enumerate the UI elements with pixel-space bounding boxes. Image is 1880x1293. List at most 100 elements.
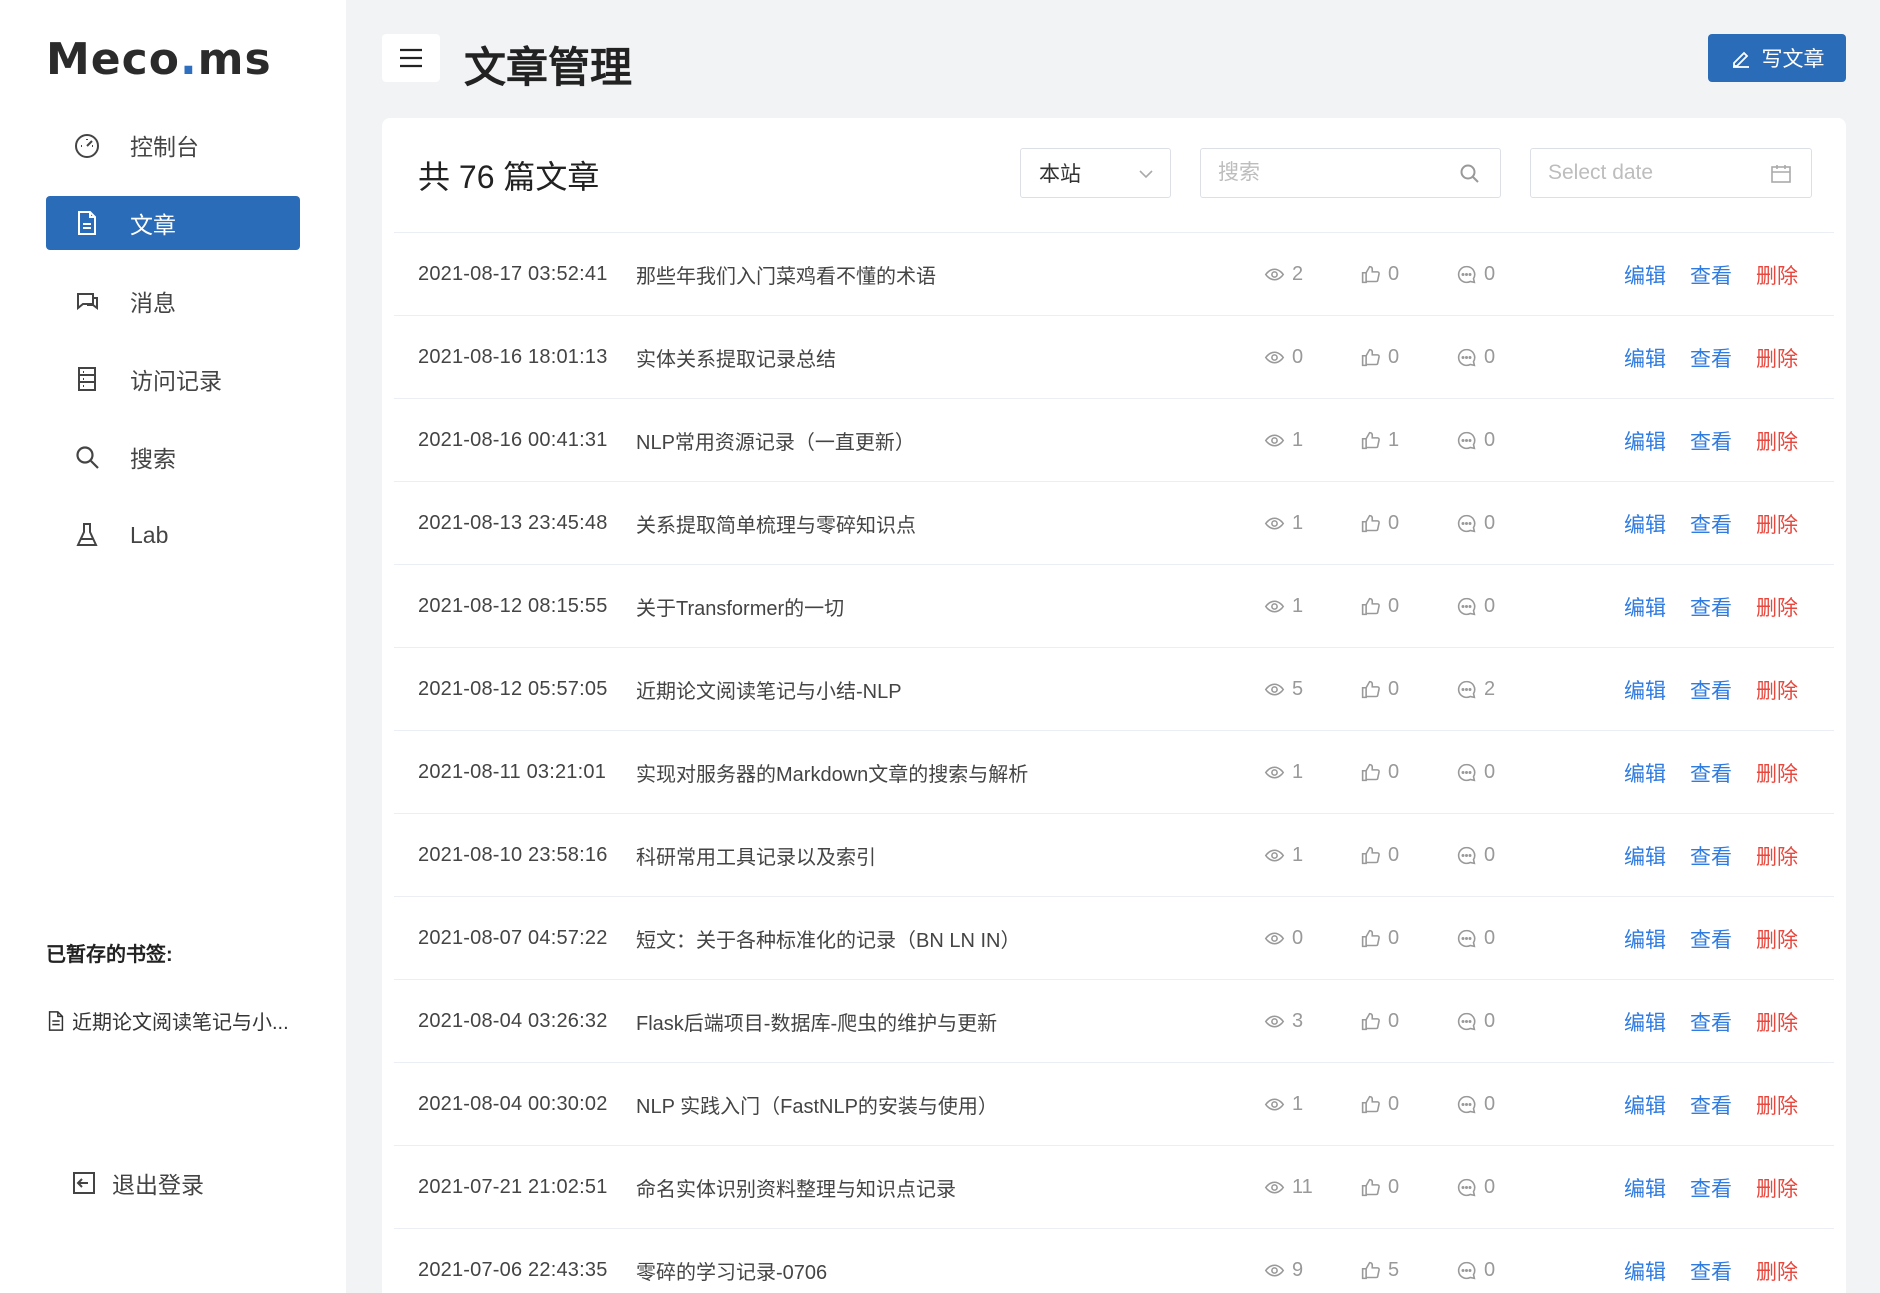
article-date: 2021-08-10 23:58:16 bbox=[418, 844, 608, 866]
view-link[interactable]: 查看 bbox=[1690, 648, 1732, 731]
article-title[interactable]: 科研常用工具记录以及索引 bbox=[636, 814, 876, 897]
article-row: 2021-08-07 04:57:22 短文：关于各种标准化的记录（BN LN I… bbox=[394, 896, 1834, 979]
comments-count: 0 bbox=[1484, 263, 1496, 285]
eye-icon bbox=[1264, 513, 1292, 534]
edit-link[interactable]: 编辑 bbox=[1624, 482, 1666, 565]
views-count: 1 bbox=[1292, 512, 1304, 534]
edit-link[interactable]: 编辑 bbox=[1624, 648, 1666, 731]
sidebar-item-2[interactable]: 文章 bbox=[46, 196, 300, 250]
view-link[interactable]: 查看 bbox=[1690, 399, 1732, 482]
comments-count: 0 bbox=[1484, 761, 1496, 783]
views-count: 0 bbox=[1292, 346, 1304, 368]
scope-select[interactable]: 本站 bbox=[1020, 148, 1171, 198]
likes-stat: 0 bbox=[1360, 316, 1399, 399]
delete-link[interactable]: 删除 bbox=[1756, 316, 1798, 399]
views-count: 1 bbox=[1292, 429, 1304, 451]
view-link[interactable]: 查看 bbox=[1690, 897, 1732, 980]
sidebar-item-3[interactable]: 消息 bbox=[46, 274, 300, 328]
delete-link[interactable]: 删除 bbox=[1756, 482, 1798, 565]
likes-count: 0 bbox=[1388, 1176, 1400, 1198]
sidebar-item-4[interactable]: 访问记录 bbox=[46, 352, 300, 406]
article-title[interactable]: 那些年我们入门菜鸡看不懂的术语 bbox=[636, 233, 936, 316]
calendar-icon[interactable] bbox=[1769, 162, 1793, 186]
view-link[interactable]: 查看 bbox=[1690, 1229, 1732, 1293]
article-title[interactable]: Flask后端项目-数据库-爬虫的维护与更新 bbox=[636, 980, 997, 1063]
sidebar-item-6[interactable]: Lab bbox=[46, 508, 300, 562]
saved-bookmark-item[interactable]: 近期论文阅读笔记与小... bbox=[46, 1006, 306, 1035]
comments-count: 0 bbox=[1484, 595, 1496, 617]
view-link[interactable]: 查看 bbox=[1690, 1146, 1732, 1229]
comments-count: 2 bbox=[1484, 678, 1496, 700]
edit-link[interactable]: 编辑 bbox=[1624, 316, 1666, 399]
edit-link[interactable]: 编辑 bbox=[1624, 1146, 1666, 1229]
article-title[interactable]: 短文：关于各种标准化的记录（BN LN IN） bbox=[636, 897, 1020, 980]
article-title[interactable]: 命名实体识别资料整理与知识点记录 bbox=[636, 1146, 956, 1229]
likes-count: 0 bbox=[1388, 761, 1400, 783]
eye-icon bbox=[1264, 762, 1292, 783]
view-link[interactable]: 查看 bbox=[1690, 316, 1732, 399]
sidebar-item-1[interactable]: 控制台 bbox=[46, 118, 300, 172]
delete-link[interactable]: 删除 bbox=[1756, 648, 1798, 731]
edit-link[interactable]: 编辑 bbox=[1624, 565, 1666, 648]
delete-link[interactable]: 删除 bbox=[1756, 1063, 1798, 1146]
delete-link[interactable]: 删除 bbox=[1756, 1146, 1798, 1229]
write-article-label: 写文章 bbox=[1761, 48, 1825, 71]
view-link[interactable]: 查看 bbox=[1690, 731, 1732, 814]
edit-link[interactable]: 编辑 bbox=[1624, 399, 1666, 482]
likes-count: 0 bbox=[1388, 512, 1400, 534]
logout-button[interactable]: 退出登录 bbox=[70, 1166, 204, 1200]
comment-icon bbox=[1456, 1177, 1484, 1198]
thumbs-up-icon bbox=[1360, 762, 1388, 783]
edit-link[interactable]: 编辑 bbox=[1624, 731, 1666, 814]
view-link[interactable]: 查看 bbox=[1690, 980, 1732, 1063]
article-title[interactable]: 关于Transformer的一切 bbox=[636, 565, 844, 648]
delete-link[interactable]: 删除 bbox=[1756, 565, 1798, 648]
edit-link[interactable]: 编辑 bbox=[1624, 814, 1666, 897]
write-article-button[interactable]: 写文章 bbox=[1708, 34, 1846, 82]
article-title[interactable]: NLP 实践入门（FastNLP的安装与使用） bbox=[636, 1063, 998, 1146]
comments-stat: 0 bbox=[1456, 565, 1495, 648]
view-link[interactable]: 查看 bbox=[1690, 482, 1732, 565]
dashboard-icon bbox=[70, 128, 104, 162]
sidebar-item-label: 消息 bbox=[130, 290, 176, 316]
delete-link[interactable]: 删除 bbox=[1756, 897, 1798, 980]
search-input[interactable] bbox=[1201, 149, 1500, 197]
menu-toggle-button[interactable] bbox=[382, 34, 440, 82]
article-title[interactable]: NLP常用资源记录（一直更新） bbox=[636, 399, 915, 482]
delete-link[interactable]: 删除 bbox=[1756, 814, 1798, 897]
article-title[interactable]: 零碎的学习记录-0706 bbox=[636, 1229, 827, 1293]
edit-link[interactable]: 编辑 bbox=[1624, 980, 1666, 1063]
views-stat: 1 bbox=[1264, 814, 1303, 897]
delete-link[interactable]: 删除 bbox=[1756, 233, 1798, 316]
view-link[interactable]: 查看 bbox=[1690, 814, 1732, 897]
delete-link[interactable]: 删除 bbox=[1756, 980, 1798, 1063]
article-title[interactable]: 实体关系提取记录总结 bbox=[636, 316, 836, 399]
edit-link[interactable]: 编辑 bbox=[1624, 897, 1666, 980]
article-date: 2021-08-12 08:15:55 bbox=[418, 595, 608, 617]
article-title[interactable]: 关系提取简单梳理与零碎知识点 bbox=[636, 482, 916, 565]
views-count: 1 bbox=[1292, 595, 1304, 617]
card-header: 共 76 篇文章 本站 bbox=[382, 118, 1846, 232]
views-stat: 1 bbox=[1264, 399, 1303, 482]
saved-bookmark-label: 近期论文阅读笔记与小... bbox=[72, 1012, 289, 1034]
article-title[interactable]: 实现对服务器的Markdown文章的搜索与解析 bbox=[636, 731, 1028, 814]
view-link[interactable]: 查看 bbox=[1690, 565, 1732, 648]
comments-stat: 0 bbox=[1456, 399, 1495, 482]
edit-link[interactable]: 编辑 bbox=[1624, 1063, 1666, 1146]
sidebar-item-label: 文章 bbox=[130, 212, 176, 238]
delete-link[interactable]: 删除 bbox=[1756, 399, 1798, 482]
logo[interactable]: Meco.ms bbox=[46, 34, 272, 85]
view-link[interactable]: 查看 bbox=[1690, 1063, 1732, 1146]
edit-link[interactable]: 编辑 bbox=[1624, 233, 1666, 316]
edit-link[interactable]: 编辑 bbox=[1624, 1229, 1666, 1293]
article-date: 2021-07-21 21:02:51 bbox=[418, 1176, 608, 1198]
delete-link[interactable]: 删除 bbox=[1756, 731, 1798, 814]
likes-count: 1 bbox=[1388, 429, 1400, 451]
search-icon[interactable] bbox=[1458, 162, 1482, 186]
sidebar-item-5[interactable]: 搜索 bbox=[46, 430, 300, 484]
view-link[interactable]: 查看 bbox=[1690, 233, 1732, 316]
comments-count: 0 bbox=[1484, 429, 1496, 451]
article-title[interactable]: 近期论文阅读笔记与小结-NLP bbox=[636, 648, 902, 731]
delete-link[interactable]: 删除 bbox=[1756, 1229, 1798, 1293]
document-icon bbox=[48, 1010, 64, 1031]
